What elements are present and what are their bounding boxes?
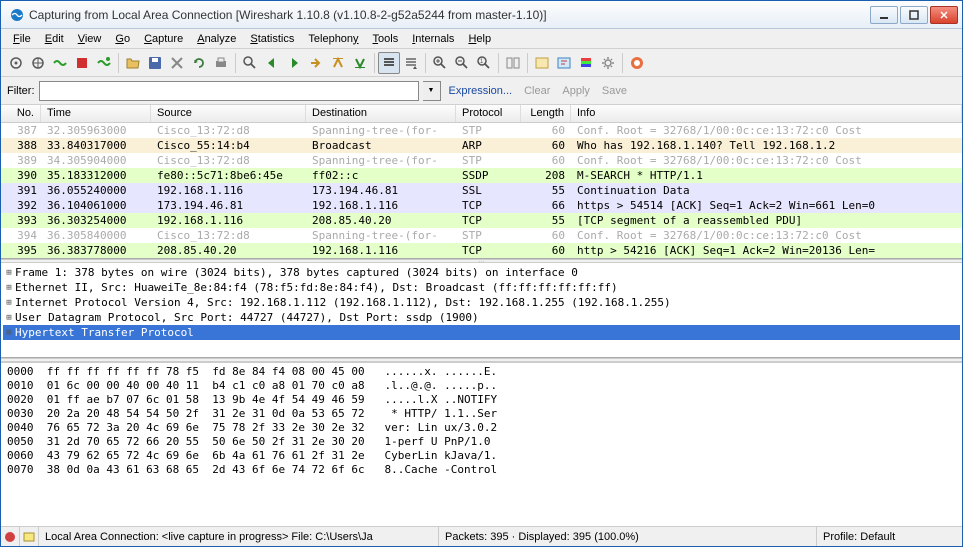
statusbar: Local Area Connection: <live capture in … [1, 526, 962, 546]
filter-toolbar: Filter: ▼ Expression... Clear Apply Save [1, 77, 962, 105]
column-header-time[interactable]: Time [41, 105, 151, 122]
expand-icon[interactable]: ⊞ [3, 298, 15, 308]
filter-label: Filter: [7, 85, 35, 97]
column-header-no[interactable]: No. [1, 105, 41, 122]
byte-row[interactable]: 0070 38 0d 0a 43 61 63 68 65 2d 43 6f 6e… [7, 463, 956, 477]
detail-row[interactable]: ⊞User Datagram Protocol, Src Port: 44727… [3, 310, 960, 325]
expand-icon[interactable]: ⊞ [3, 313, 15, 323]
capture-comment-icon[interactable] [22, 530, 36, 544]
detail-row[interactable]: ⊞Frame 1: 378 bytes on wire (3024 bits),… [3, 265, 960, 280]
packet-row[interactable]: 39436.305840000Cisco_13:72:d8Spanning-tr… [1, 228, 962, 243]
find-icon[interactable] [239, 52, 261, 74]
byte-row[interactable]: 0040 76 65 72 3a 20 4c 69 6e 75 78 2f 33… [7, 421, 956, 435]
resize-columns-icon[interactable] [502, 52, 524, 74]
colorize-icon[interactable] [378, 52, 400, 74]
last-icon[interactable] [349, 52, 371, 74]
packet-row[interactable]: 38732.305963000Cisco_13:72:d8Spanning-tr… [1, 123, 962, 138]
start-capture-icon[interactable] [49, 52, 71, 74]
column-header-length[interactable]: Length [521, 105, 571, 122]
options-icon[interactable] [27, 52, 49, 74]
interfaces-icon[interactable] [5, 52, 27, 74]
print-icon[interactable] [210, 52, 232, 74]
expand-icon[interactable]: ⊞ [3, 328, 15, 338]
packet-bytes-pane[interactable]: 0000 ff ff ff ff ff ff 78 f5 fd 8e 84 f4… [1, 362, 962, 526]
menu-internals[interactable]: Internals [406, 31, 460, 47]
preferences-icon[interactable] [597, 52, 619, 74]
zoom-out-icon[interactable] [451, 52, 473, 74]
column-header-source[interactable]: Source [151, 105, 306, 122]
close-file-icon[interactable] [166, 52, 188, 74]
byte-row[interactable]: 0010 01 6c 00 00 40 00 40 11 b4 c1 c0 a8… [7, 379, 956, 393]
detail-row[interactable]: ⊞Hypertext Transfer Protocol [3, 325, 960, 340]
reload-icon[interactable] [188, 52, 210, 74]
back-icon[interactable] [261, 52, 283, 74]
minimize-button[interactable] [870, 6, 898, 24]
packet-row[interactable]: 39035.183312000fe80::5c71:8be6:45eff02::… [1, 168, 962, 183]
menu-statistics[interactable]: Statistics [244, 31, 300, 47]
apply-link[interactable]: Apply [558, 85, 594, 97]
packet-list-header: No. Time Source Destination Protocol Len… [1, 105, 962, 123]
packet-details-pane[interactable]: ⊞Frame 1: 378 bytes on wire (3024 bits),… [1, 263, 962, 358]
menu-help[interactable]: Help [462, 31, 497, 47]
titlebar: Capturing from Local Area Connection [Wi… [1, 1, 962, 29]
close-button[interactable] [930, 6, 958, 24]
menu-edit[interactable]: Edit [39, 31, 70, 47]
menu-analyze[interactable]: Analyze [191, 31, 242, 47]
packet-row[interactable]: 38833.840317000Cisco_55:14:b4BroadcastAR… [1, 138, 962, 153]
column-header-destination[interactable]: Destination [306, 105, 456, 122]
byte-row[interactable]: 0030 20 2a 20 48 54 54 50 2f 31 2e 31 0d… [7, 407, 956, 421]
open-icon[interactable] [122, 52, 144, 74]
status-file: Local Area Connection: <live capture in … [39, 527, 439, 546]
column-header-info[interactable]: Info [571, 105, 962, 122]
detail-row[interactable]: ⊞Internet Protocol Version 4, Src: 192.1… [3, 295, 960, 310]
byte-row[interactable]: 0060 43 79 62 65 72 4c 69 6e 6b 4a 61 76… [7, 449, 956, 463]
zoom-reset-icon[interactable]: 1 [473, 52, 495, 74]
clear-link[interactable]: Clear [520, 85, 554, 97]
first-icon[interactable] [327, 52, 349, 74]
window-title: Capturing from Local Area Connection [Wi… [29, 8, 870, 22]
display-filters-icon[interactable] [553, 52, 575, 74]
menubar: File Edit View Go Capture Analyze Statis… [1, 29, 962, 49]
packet-row[interactable]: 39536.383778000208.85.40.20192.168.1.116… [1, 243, 962, 258]
menu-tools[interactable]: Tools [367, 31, 405, 47]
packet-row[interactable]: 39336.303254000192.168.1.116208.85.40.20… [1, 213, 962, 228]
expert-info-icon[interactable] [3, 530, 17, 544]
stop-capture-icon[interactable] [71, 52, 93, 74]
expression-link[interactable]: Expression... [445, 85, 517, 97]
packet-row[interactable]: 38934.305904000Cisco_13:72:d8Spanning-tr… [1, 153, 962, 168]
packet-list-pane: No. Time Source Destination Protocol Len… [1, 105, 962, 259]
autoscroll-icon[interactable] [400, 52, 422, 74]
expand-icon[interactable]: ⊞ [3, 268, 15, 278]
packet-row[interactable]: 39136.055240000192.168.1.116173.194.46.8… [1, 183, 962, 198]
packet-row[interactable]: 39236.104061000173.194.46.81192.168.1.11… [1, 198, 962, 213]
column-header-protocol[interactable]: Protocol [456, 105, 521, 122]
status-packets: Packets: 395 · Displayed: 395 (100.0%) [439, 527, 817, 546]
menu-view[interactable]: View [72, 31, 108, 47]
maximize-button[interactable] [900, 6, 928, 24]
byte-row[interactable]: 0020 01 ff ae b7 07 6c 01 58 13 9b 4e 4f… [7, 393, 956, 407]
menu-telephony[interactable]: Telephony [302, 31, 364, 47]
packet-list-body[interactable]: 38732.305963000Cisco_13:72:d8Spanning-tr… [1, 123, 962, 258]
save-link[interactable]: Save [598, 85, 631, 97]
coloring-rules-icon[interactable] [575, 52, 597, 74]
app-icon [9, 7, 25, 23]
menu-go[interactable]: Go [109, 31, 136, 47]
toolbar: 1 [1, 49, 962, 77]
menu-file[interactable]: File [7, 31, 37, 47]
save-icon[interactable] [144, 52, 166, 74]
restart-capture-icon[interactable] [93, 52, 115, 74]
menu-capture[interactable]: Capture [138, 31, 189, 47]
help-icon[interactable] [626, 52, 648, 74]
expand-icon[interactable]: ⊞ [3, 283, 15, 293]
byte-row[interactable]: 0000 ff ff ff ff ff ff 78 f5 fd 8e 84 f4… [7, 365, 956, 379]
goto-icon[interactable] [305, 52, 327, 74]
filter-input[interactable] [39, 81, 419, 101]
detail-row[interactable]: ⊞Ethernet II, Src: HuaweiTe_8e:84:f4 (78… [3, 280, 960, 295]
zoom-in-icon[interactable] [429, 52, 451, 74]
capture-filters-icon[interactable] [531, 52, 553, 74]
status-profile[interactable]: Profile: Default [817, 527, 962, 546]
byte-row[interactable]: 0050 31 2d 70 65 72 66 20 55 50 6e 50 2f… [7, 435, 956, 449]
forward-icon[interactable] [283, 52, 305, 74]
filter-dropdown[interactable]: ▼ [423, 81, 441, 101]
